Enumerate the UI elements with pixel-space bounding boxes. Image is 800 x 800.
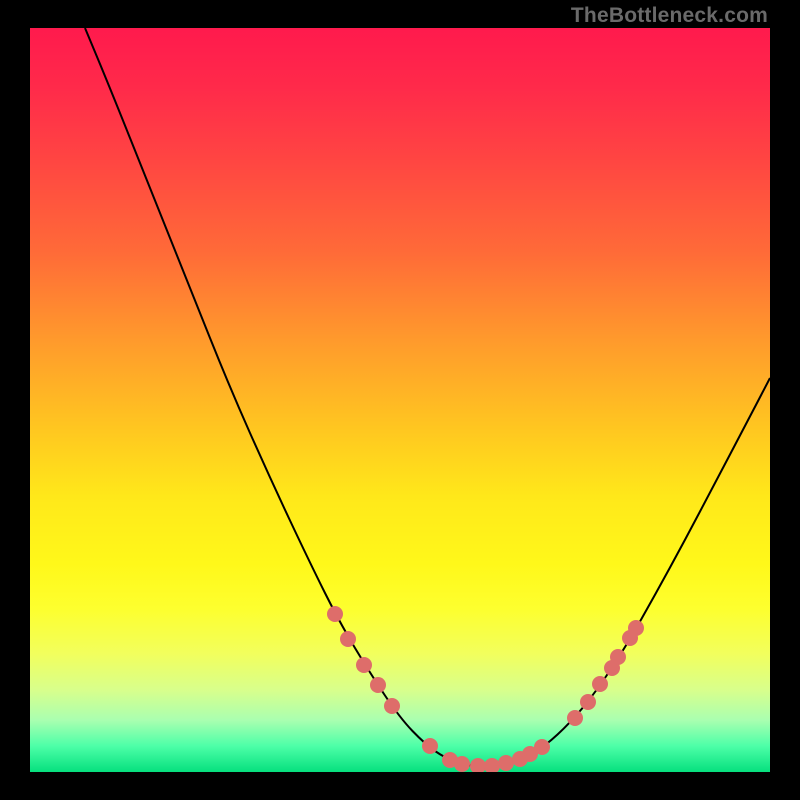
bead-group: [327, 606, 644, 772]
bead-point: [580, 694, 596, 710]
bead-point: [370, 677, 386, 693]
bead-point: [610, 649, 626, 665]
bead-point: [422, 738, 438, 754]
bead-point: [628, 620, 644, 636]
bead-point: [484, 758, 500, 772]
bead-point: [470, 758, 486, 772]
watermark-text: TheBottleneck.com: [571, 4, 768, 28]
plot-area: [30, 28, 770, 772]
bead-point: [340, 631, 356, 647]
curve-svg: [30, 28, 770, 772]
bead-point: [498, 755, 514, 771]
bead-point: [592, 676, 608, 692]
bottleneck-curve: [85, 28, 770, 766]
bead-point: [384, 698, 400, 714]
bead-point: [454, 756, 470, 772]
bead-point: [356, 657, 372, 673]
bead-point: [567, 710, 583, 726]
chart-stage: TheBottleneck.com: [0, 0, 800, 800]
bead-point: [534, 739, 550, 755]
bead-point: [327, 606, 343, 622]
